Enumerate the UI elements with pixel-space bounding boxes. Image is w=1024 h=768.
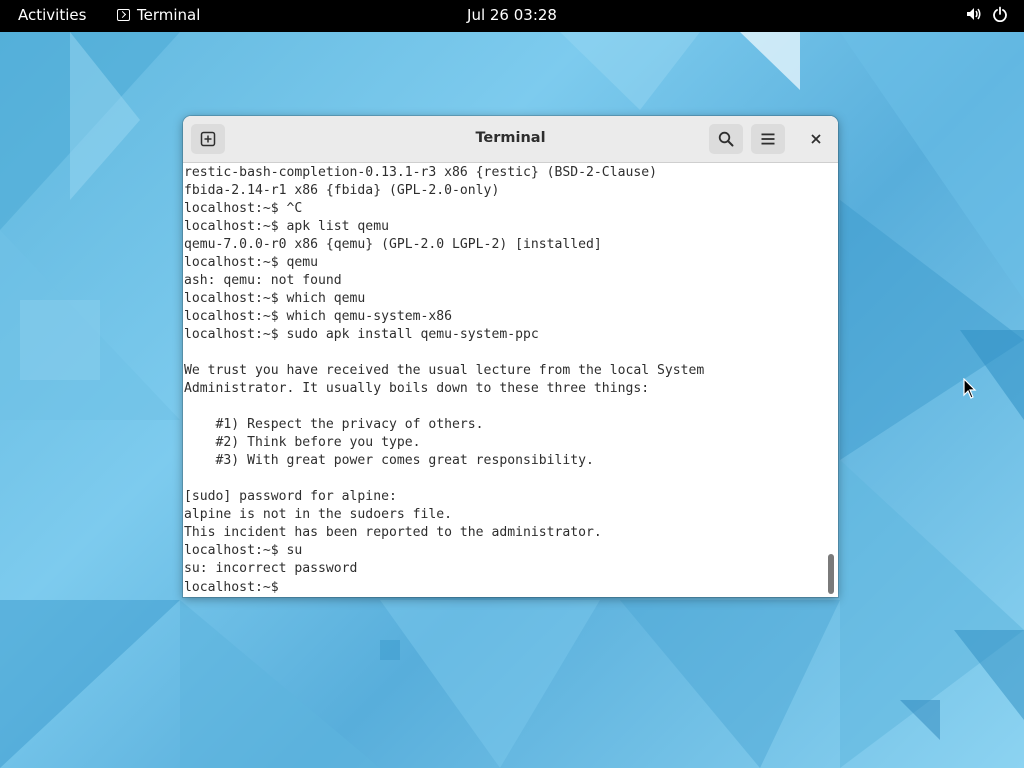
volume-icon bbox=[967, 8, 981, 20]
terminal-line: #3) With great power comes great respons… bbox=[184, 453, 594, 468]
terminal-line: localhost:~$ su bbox=[184, 543, 303, 558]
new-tab-icon bbox=[200, 131, 216, 147]
terminal-line: localhost:~$ which qemu-system-x86 bbox=[184, 309, 453, 324]
terminal-line: ash: qemu: not found bbox=[184, 273, 342, 288]
close-icon bbox=[811, 134, 821, 144]
hamburger-menu-icon bbox=[761, 133, 775, 145]
mouse-pointer-icon bbox=[963, 378, 977, 399]
system-menu-button[interactable] bbox=[966, 6, 1008, 22]
main-menu-button[interactable] bbox=[751, 124, 785, 154]
close-window-button[interactable] bbox=[799, 124, 833, 154]
terminal-line: localhost:~$ ^C bbox=[184, 201, 303, 216]
terminal-line: This incident has been reported to the a… bbox=[184, 525, 602, 540]
terminal-line: [sudo] password for alpine: bbox=[184, 489, 397, 504]
terminal-line: alpine is not in the sudoers file. bbox=[184, 507, 453, 522]
app-menu-button[interactable]: Terminal bbox=[117, 6, 200, 24]
terminal-line: restic-bash-completion-0.13.1-r3 x86 {re… bbox=[184, 165, 657, 180]
terminal-line: localhost:~$ apk list qemu bbox=[184, 219, 389, 234]
terminal-line: qemu-7.0.0-r0 x86 {qemu} (GPL-2.0 LGPL-2… bbox=[184, 237, 602, 252]
terminal-line: localhost:~$ sudo apk install qemu-syste… bbox=[184, 327, 539, 342]
power-icon bbox=[993, 6, 1007, 22]
terminal-window: Terminal restic-bash-completion-0.13.1-r… bbox=[183, 116, 838, 597]
terminal-line: localhost:~$ which qemu bbox=[184, 291, 366, 306]
terminal-output[interactable]: restic-bash-completion-0.13.1-r3 x86 {re… bbox=[183, 163, 823, 597]
terminal-line: fbida-2.14-r1 x86 {fbida} (GPL-2.0-only) bbox=[184, 183, 500, 198]
clock-button[interactable]: Jul 26 03:28 bbox=[467, 6, 557, 24]
terminal-line: We trust you have received the usual lec… bbox=[184, 363, 705, 378]
text-cursor bbox=[286, 578, 294, 593]
scrollbar-thumb[interactable] bbox=[828, 554, 834, 594]
terminal-icon bbox=[117, 9, 130, 21]
search-button[interactable] bbox=[709, 124, 743, 154]
terminal-line: #2) Think before you type. bbox=[184, 435, 421, 450]
activities-button[interactable]: Activities bbox=[18, 6, 86, 24]
terminal-line: su: incorrect password bbox=[184, 561, 358, 576]
new-tab-button[interactable] bbox=[191, 124, 225, 154]
terminal-prompt-line[interactable]: localhost:~$ bbox=[184, 578, 823, 597]
header-bar[interactable]: Terminal bbox=[183, 116, 838, 163]
search-icon bbox=[718, 131, 734, 147]
terminal-line: #1) Respect the privacy of others. bbox=[184, 417, 484, 432]
terminal-line: Administrator. It usually boils down to … bbox=[184, 381, 650, 396]
prompt: localhost:~$ bbox=[184, 580, 287, 595]
terminal-line: localhost:~$ qemu bbox=[184, 255, 319, 270]
app-menu-label: Terminal bbox=[137, 6, 201, 24]
top-bar: Activities Terminal Jul 26 03:28 bbox=[0, 0, 1024, 32]
